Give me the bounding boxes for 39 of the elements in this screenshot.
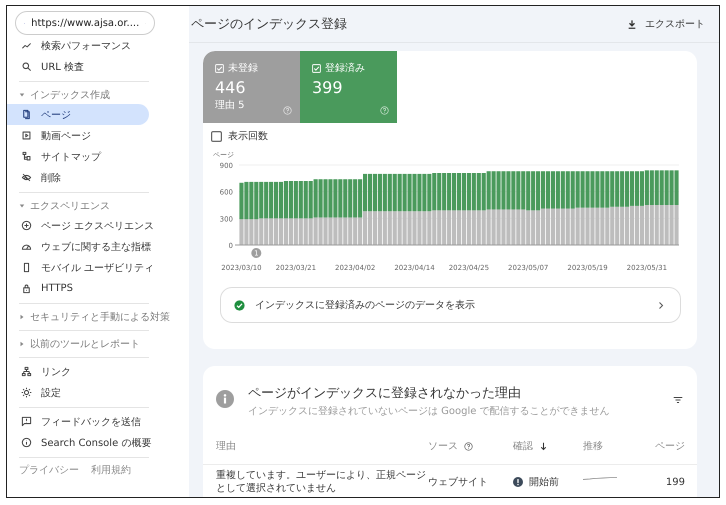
section-title: ページがインデックスに登録されなかった理由 (248, 385, 522, 402)
nav-item[interactable]: URL 検査 (7, 56, 149, 77)
section-header[interactable]: エクスペリエンス (7, 196, 189, 215)
column-header[interactable]: ソース (428, 439, 458, 453)
table-cell: 199 (666, 476, 685, 488)
impressions-checkbox[interactable]: 表示回数 (211, 129, 268, 143)
column-header[interactable]: 確認 (513, 439, 533, 453)
column-header[interactable]: ページ (655, 439, 685, 453)
section-subtitle: インデックスに登録されていないページは Google で配信することができません (248, 405, 611, 418)
table-cell-text: 重複しています。ユーザーにより、正規ページとして選択されていません (216, 468, 427, 496)
export-button[interactable]: エクスポート (625, 15, 707, 33)
nav-item[interactable]: リンク (7, 361, 149, 382)
section-header[interactable]: 以前のツールとレポート (7, 334, 189, 353)
nav-item[interactable]: HTTPS (7, 278, 149, 299)
nav-item[interactable]: Search Console の概要 (7, 432, 149, 453)
nav-item[interactable]: ウェブに関する主な指標 (7, 236, 149, 257)
nav-item[interactable]: サイトマップ (7, 146, 149, 167)
nav-item[interactable]: 動画ページ (7, 125, 149, 146)
page-title: ページのインデックス登録 (191, 16, 347, 33)
footer-link[interactable]: プライバシー (19, 463, 79, 477)
tile-label: 未登録 (228, 62, 258, 75)
tile-value: 446 (215, 78, 247, 97)
nav-item[interactable]: 削除 (7, 167, 149, 188)
section-header[interactable]: セキュリティと手動による対策 (7, 307, 189, 326)
footer-link[interactable]: 利用規約 (91, 463, 131, 477)
section-header[interactable]: インデックス作成 (7, 85, 189, 104)
table-cell-text: 開始前 (529, 476, 559, 489)
table-cell-text: ウェブサイト (428, 476, 488, 489)
tile-subtext: 理由 5 (215, 98, 246, 112)
nav-item[interactable]: 検索パフォーマンス (7, 35, 149, 56)
tile-value: 399 (312, 78, 344, 97)
nav-item[interactable]: ページ (7, 104, 149, 125)
nav-item[interactable]: 設定 (7, 382, 149, 403)
indexed-pages-link[interactable]: インデックスに登録済みのページのデータを表示 (220, 287, 681, 323)
property-selector[interactable]: https://www.ajsa.or.... (15, 11, 155, 35)
column-header[interactable]: 理由 (216, 439, 236, 453)
nav-item[interactable]: フィードバックを送信 (7, 411, 149, 432)
tile-label: 登録済み (325, 62, 365, 75)
column-header[interactable]: 推移 (583, 439, 603, 453)
